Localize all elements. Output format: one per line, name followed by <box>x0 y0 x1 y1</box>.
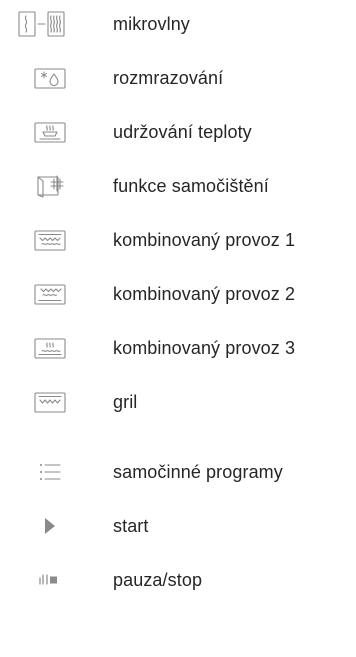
legend-label: samočinné programy <box>113 462 283 482</box>
legend-label: rozmrazování <box>113 68 224 88</box>
legend-row-pause-stop: pauza/stop <box>0 560 356 600</box>
self-cleaning-icon <box>0 166 100 206</box>
symbol-legend: mikrovlny rozmrazování udržování teploty… <box>0 0 356 657</box>
legend-label: udržování teploty <box>113 122 252 142</box>
legend-row-self-cleaning: funkce samočištění <box>0 166 356 206</box>
legend-row-auto-programs: samočinné programy <box>0 452 356 492</box>
pause-stop-icon <box>0 560 100 600</box>
legend-label: pauza/stop <box>113 570 203 590</box>
legend-label: gril <box>113 392 138 412</box>
grill-icon <box>0 382 100 422</box>
legend-row-combi-1: kombinovaný provoz 1 <box>0 220 356 260</box>
start-icon <box>0 506 100 546</box>
combi-mode-1-icon <box>0 220 100 260</box>
defrost-icon <box>0 58 100 98</box>
combi-mode-2-icon <box>0 274 100 314</box>
legend-row-start: start <box>0 506 356 546</box>
legend-label: kombinovaný provoz 2 <box>113 284 296 304</box>
combi-mode-3-icon <box>0 328 100 368</box>
microwave-power-icon <box>0 4 100 44</box>
legend-label: kombinovaný provoz 1 <box>113 230 296 250</box>
keep-warm-icon <box>0 112 100 152</box>
legend-row-combi-3: kombinovaný provoz 3 <box>0 328 356 368</box>
legend-label: funkce samočištění <box>113 176 269 196</box>
legend-label: kombinovaný provoz 3 <box>113 338 296 358</box>
legend-row-grill: gril <box>0 382 356 422</box>
auto-programs-icon <box>0 452 100 492</box>
legend-label: mikrovlny <box>113 14 190 34</box>
legend-label: start <box>113 516 149 536</box>
legend-row-microwave: mikrovlny <box>0 4 356 44</box>
legend-row-combi-2: kombinovaný provoz 2 <box>0 274 356 314</box>
legend-row-defrost: rozmrazování <box>0 58 356 98</box>
legend-row-keep-warm: udržování teploty <box>0 112 356 152</box>
